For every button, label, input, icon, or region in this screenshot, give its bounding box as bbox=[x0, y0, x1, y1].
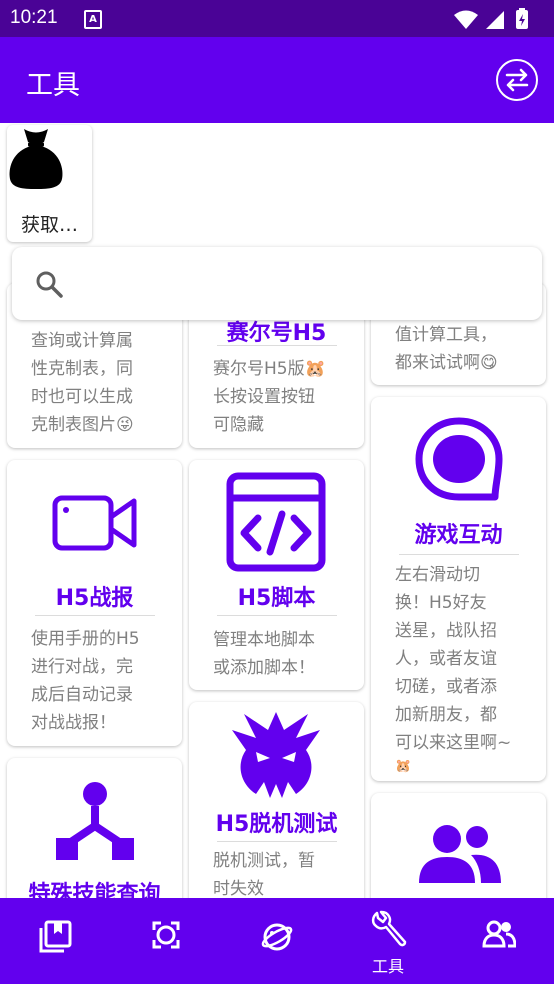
card-title: 特殊技能查询 bbox=[28, 882, 161, 898]
card-desc-line: 可以来这里啊~ bbox=[395, 733, 512, 753]
tool-card-h5-offline[interactable]: H5脱机测试 脱机测试，暂 时失效 bbox=[189, 702, 364, 898]
nav-label-tools: 工具 bbox=[371, 957, 404, 976]
card-desc-line: 成后自动记录 bbox=[31, 685, 133, 705]
search-icon bbox=[36, 271, 63, 298]
a-notification-icon: A bbox=[84, 10, 102, 29]
card-divider bbox=[216, 345, 337, 346]
system-status-icons bbox=[454, 8, 528, 29]
wifi-icon bbox=[454, 10, 478, 29]
card-desc-line: 或添加脚本！ bbox=[213, 658, 315, 678]
tool-card-game-interact[interactable]: 游戏互动 左右滑动切 换！H5好友 送星，战队招 人，或者友谊 切磋，或者添 加… bbox=[371, 397, 546, 781]
people-icon bbox=[419, 825, 501, 883]
card-desc-line: 使用手册的H5 bbox=[31, 629, 140, 649]
card-desc-line: 赛尔号H5版🐹 bbox=[213, 359, 326, 379]
capture-icon bbox=[152, 921, 180, 949]
card-desc-line: 时失效 bbox=[213, 879, 264, 898]
chat-bubble-icon bbox=[415, 417, 503, 501]
card-desc-line: 性克制表，同 bbox=[31, 359, 133, 379]
branch-icon bbox=[56, 782, 134, 860]
nav-item-planet[interactable] bbox=[222, 898, 332, 984]
card-desc-line: 可隐藏 bbox=[213, 415, 264, 435]
card-desc-line: 切磋，或者添 bbox=[395, 677, 497, 697]
nav-item-tools[interactable]: 工具 bbox=[333, 898, 443, 984]
video-camera-icon bbox=[52, 495, 137, 551]
card-desc-line: 查询或计算属 bbox=[31, 331, 133, 351]
card-desc-line: 换！H5好友 bbox=[395, 593, 487, 613]
card-title: H5脚本 bbox=[237, 586, 316, 611]
card-desc-line: 值计算工具， bbox=[395, 325, 497, 345]
search-bar[interactable] bbox=[12, 247, 542, 320]
book-icon bbox=[39, 920, 72, 953]
nav-item-book[interactable] bbox=[0, 898, 110, 984]
card-desc-line: 人，或者友谊 bbox=[395, 649, 497, 669]
card-desc-line: 管理本地脚本 bbox=[213, 630, 315, 650]
planet-icon bbox=[261, 923, 293, 951]
card-desc-line: 都来试试啊😋 bbox=[395, 353, 498, 373]
monster-icon bbox=[232, 712, 320, 798]
card-desc-line: 送星，战队招 bbox=[395, 621, 497, 641]
cellular-signal-icon bbox=[486, 11, 504, 29]
page-title: 工具 bbox=[26, 70, 80, 101]
tool-card-h5-battle-report[interactable]: H5战报 使用手册的H5 进行对战，完 成后自动记录 对战战报！ bbox=[7, 460, 182, 746]
tool-card-people[interactable] bbox=[371, 793, 546, 898]
search-input[interactable] bbox=[82, 265, 526, 303]
group-icon bbox=[482, 920, 516, 948]
wrench-icon bbox=[371, 910, 407, 947]
quick-tool-item[interactable]: 获取… bbox=[7, 125, 92, 242]
card-desc-line: 时也可以生成 bbox=[31, 387, 133, 407]
card-desc-line: 长按设置按钮 bbox=[213, 387, 315, 407]
card-desc-line: 进行对战，完 bbox=[31, 657, 133, 677]
card-divider bbox=[398, 554, 519, 555]
card-divider bbox=[34, 615, 155, 616]
tools-content[interactable]: 获取… 查询或计算属 性克制表，同 时也可以生成 克制表图片😜 H5战报 使用手… bbox=[0, 123, 554, 898]
card-title: H5战报 bbox=[55, 586, 134, 611]
battery-icon bbox=[516, 8, 528, 29]
bottom-navigation: 工具 bbox=[0, 898, 554, 984]
card-desc-line: 加新朋友，都 bbox=[395, 705, 497, 725]
app-bar: 工具 bbox=[0, 37, 554, 123]
card-desc-line: 对战战报！ bbox=[31, 713, 116, 733]
tool-card-h5-script[interactable]: H5脚本 管理本地脚本 或添加脚本！ bbox=[189, 460, 364, 690]
nav-item-capture[interactable] bbox=[111, 898, 221, 984]
status-time: 10:21 bbox=[10, 7, 58, 28]
card-desc-line: 脱机测试，暂 bbox=[213, 851, 315, 871]
swap-icon bbox=[505, 68, 529, 92]
card-desc-line: 克制表图片😜 bbox=[31, 415, 134, 435]
card-desc-line: 🐹 bbox=[395, 759, 412, 774]
card-title: H5脱机测试 bbox=[215, 812, 338, 837]
card-title: 游戏互动 bbox=[414, 523, 503, 548]
money-bag-icon bbox=[9, 129, 63, 189]
tool-card-special-skill[interactable]: 特殊技能查询 bbox=[7, 758, 182, 898]
nav-item-group[interactable] bbox=[444, 898, 554, 984]
quick-tool-label: 获取… bbox=[20, 214, 78, 236]
swap-button[interactable] bbox=[496, 59, 538, 101]
card-divider bbox=[216, 841, 337, 842]
code-window-icon bbox=[226, 472, 326, 572]
status-bar: 10:21 A bbox=[0, 0, 554, 37]
card-desc-line: 左右滑动切 bbox=[395, 565, 480, 585]
card-divider bbox=[216, 615, 337, 616]
